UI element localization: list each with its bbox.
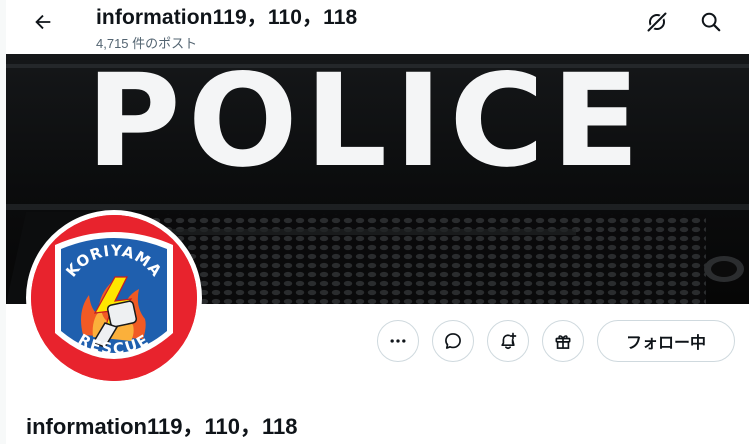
more-icon [390, 339, 406, 343]
grok-icon [647, 12, 667, 32]
notify-button[interactable] [487, 320, 529, 362]
profile-display-name: information119，110，118 [26, 414, 298, 439]
grok-button[interactable] [640, 5, 674, 39]
avatar-image: KORIYAMA RESCUE [31, 215, 197, 381]
search-icon [701, 12, 721, 32]
profile-header: information119，110，118 4,715 件のポスト [6, 0, 749, 54]
back-arrow-icon [35, 14, 51, 30]
search-button[interactable] [694, 5, 728, 39]
gift-icon [555, 335, 571, 349]
back-button[interactable] [26, 5, 60, 39]
profile-avatar[interactable]: KORIYAMA RESCUE [26, 210, 202, 386]
notification-add-icon [501, 332, 517, 350]
following-button[interactable]: フォロー中 [597, 320, 735, 362]
header-title: information119，110，118 [96, 6, 358, 29]
post-count: 4,715 件のポスト [96, 36, 198, 51]
gift-button[interactable] [542, 320, 584, 362]
message-icon [445, 333, 461, 349]
message-button[interactable] [432, 320, 474, 362]
more-button[interactable] [377, 320, 419, 362]
